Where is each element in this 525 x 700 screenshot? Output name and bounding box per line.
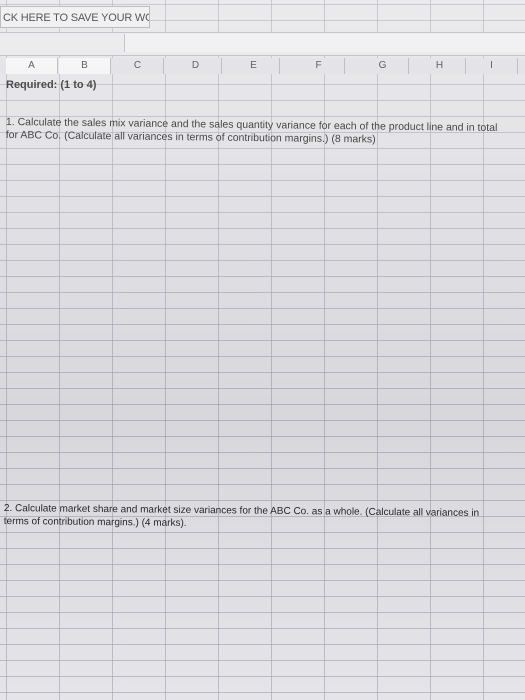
spreadsheet-grid[interactable] <box>0 0 525 700</box>
column-header-f[interactable]: F <box>293 58 345 74</box>
column-header-i[interactable]: I <box>466 58 518 74</box>
column-header-d[interactable]: D <box>170 58 222 74</box>
column-header-b[interactable]: B <box>59 58 111 74</box>
column-header-row: A B C D E F G H I <box>0 58 525 74</box>
required-label: Required: (1 to 4) <box>6 79 97 91</box>
column-header-h[interactable]: H <box>414 58 466 74</box>
column-header-c[interactable]: C <box>112 58 164 74</box>
save-work-button[interactable]: CK HERE TO SAVE YOUR WORK <box>0 6 150 28</box>
question-2-text: 2. Calculate market share and market siz… <box>3 502 480 529</box>
column-header-e[interactable]: E <box>228 58 280 74</box>
formula-input[interactable] <box>124 34 525 52</box>
column-header-a[interactable]: A <box>6 58 58 74</box>
column-header-g[interactable]: G <box>357 58 409 74</box>
